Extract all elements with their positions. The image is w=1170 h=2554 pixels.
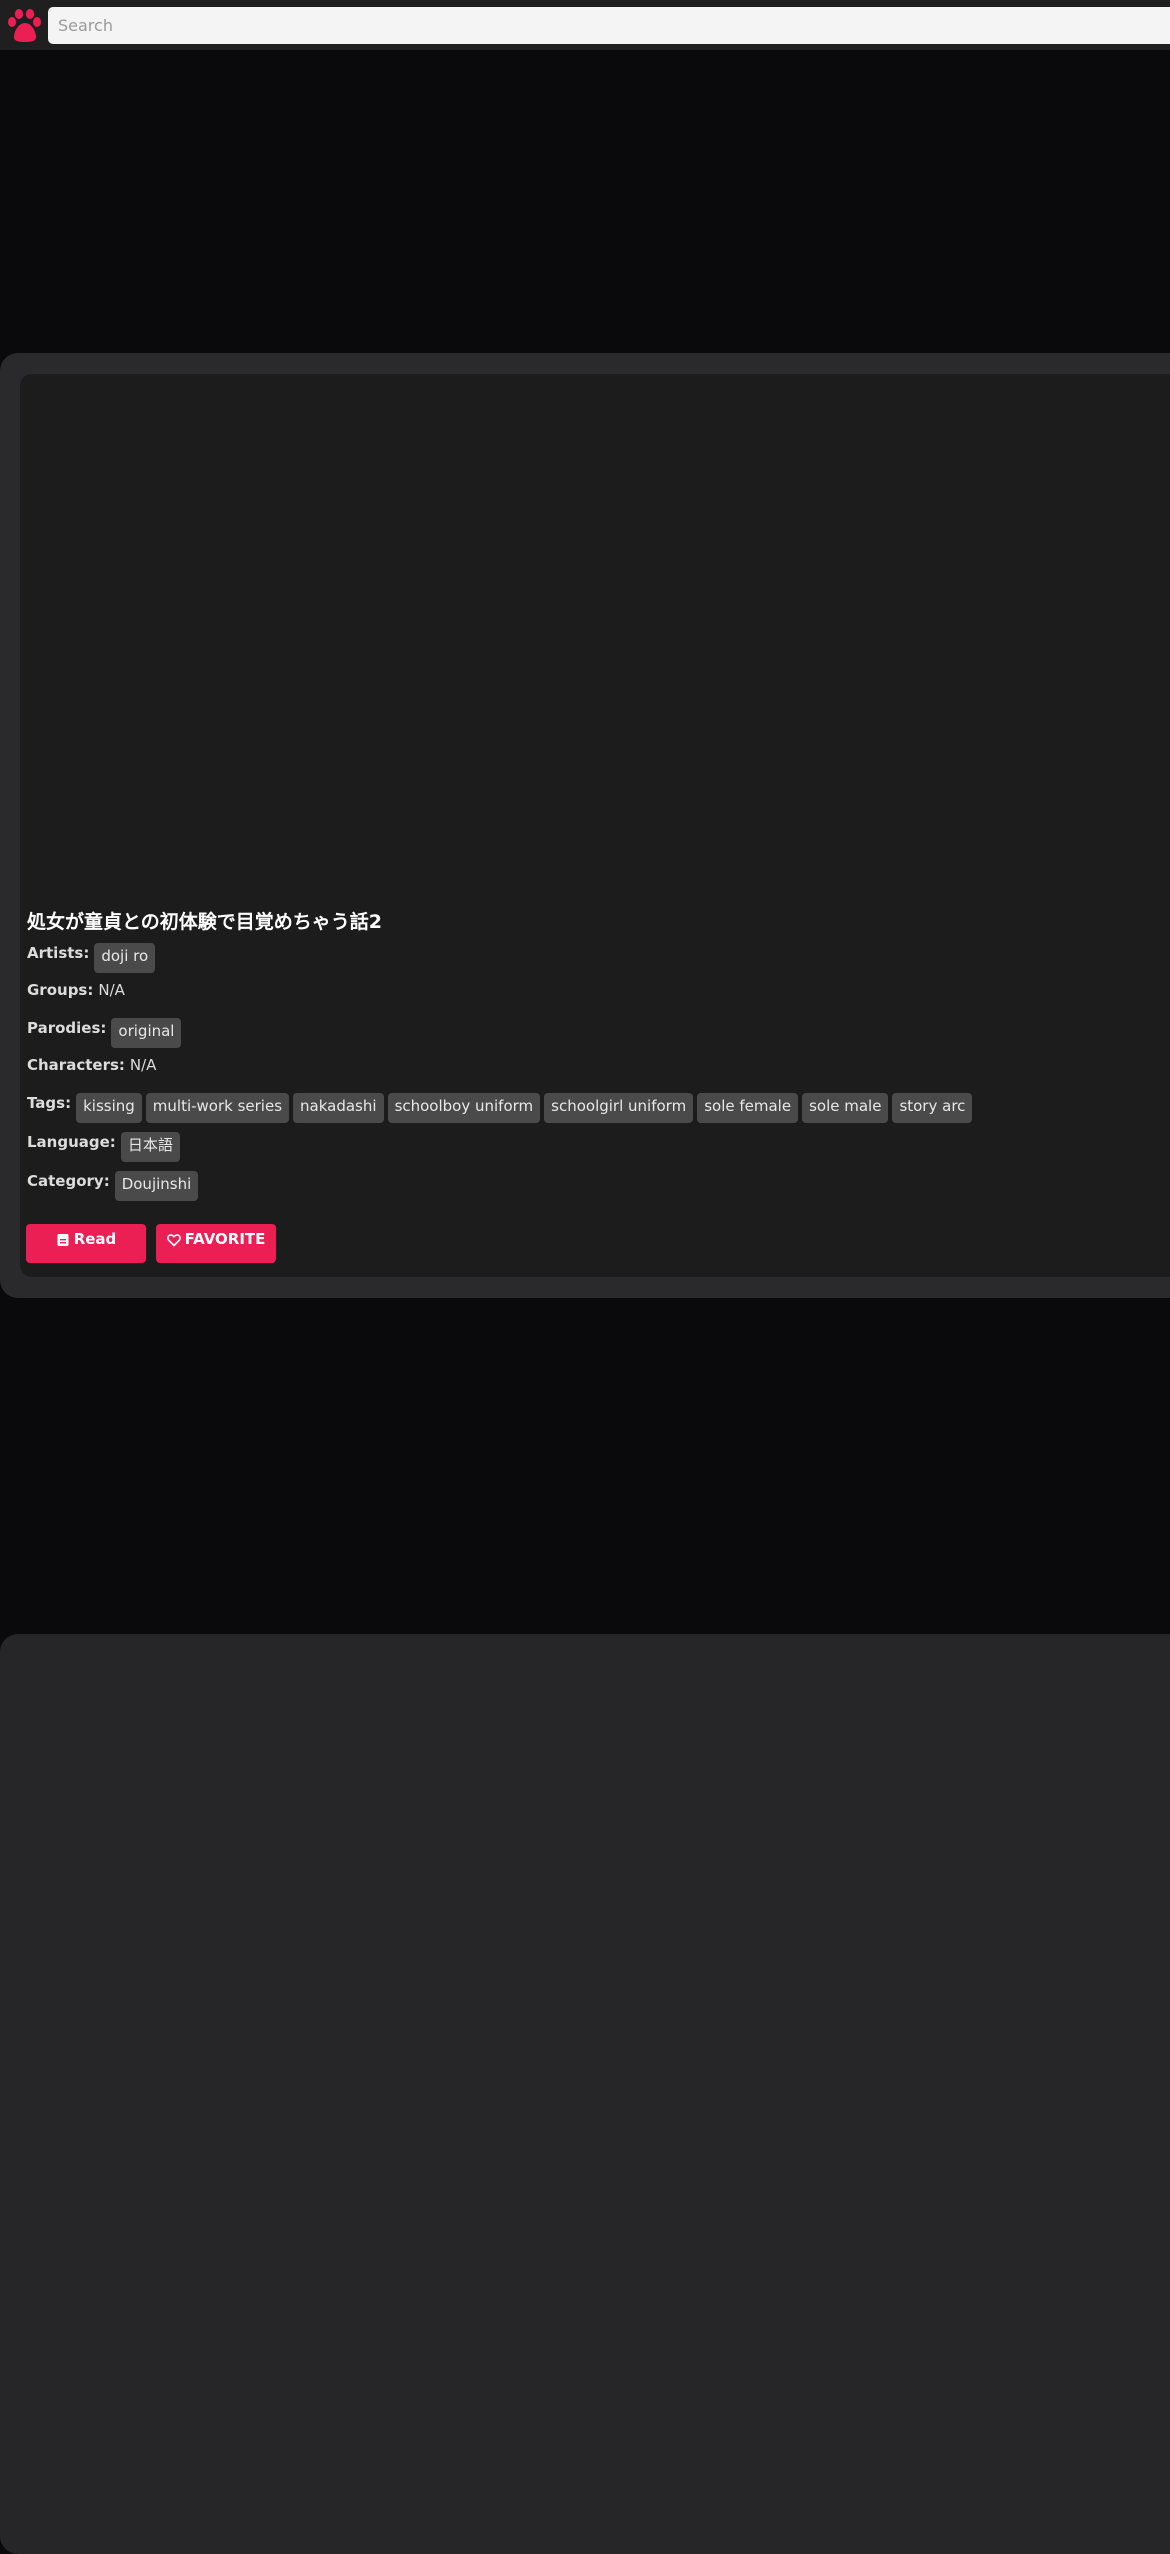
thumbnails-panel [0,1634,1170,2554]
tags-row: Tags: kissing multi-work series nakadash… [27,1091,976,1123]
paw-icon[interactable] [6,6,44,44]
gallery-info-card: 処女が童貞との初体験で目覚めちゃう話2 Artists: doji ro Gro… [20,374,1170,1277]
characters-row: Characters: N/A [27,1053,156,1074]
tag-schoolboy-uniform[interactable]: schoolboy uniform [387,1093,541,1123]
language-label: Language: [27,1133,116,1151]
search-input[interactable] [48,7,1170,44]
characters-label: Characters: [27,1056,125,1074]
book-icon [57,1234,69,1246]
favorite-button-label: FAVORITE [184,1230,266,1248]
category-tag[interactable]: Doujinshi [114,1171,199,1201]
cover-image-placeholder[interactable] [20,374,1170,894]
groups-label: Groups: [27,981,94,999]
tag-sole-female[interactable]: sole female [697,1093,799,1123]
read-button-label: Read [73,1230,117,1248]
favorite-button[interactable]: FAVORITE [156,1224,276,1263]
tag-nakadashi[interactable]: nakadashi [293,1093,384,1123]
language-tag[interactable]: 日本語 [120,1132,180,1162]
parodies-row: Parodies: original [27,1016,185,1048]
groups-row: Groups: N/A [27,978,125,999]
category-row: Category: Doujinshi [27,1169,202,1201]
gallery-info-panel: 処女が童貞との初体験で目覚めちゃう話2 Artists: doji ro Gro… [0,353,1170,1298]
artists-label: Artists: [27,944,90,962]
gallery-title: 処女が童貞との初体験で目覚めちゃう話2 [27,911,383,933]
tags-label: Tags: [27,1094,72,1112]
tag-sole-male[interactable]: sole male [802,1093,889,1123]
language-row: Language: 日本語 [27,1130,184,1162]
parodies-label: Parodies: [27,1019,107,1037]
characters-value: N/A [129,1056,157,1074]
artist-tag[interactable]: doji ro [94,943,156,973]
tag-schoolgirl-uniform[interactable]: schoolgirl uniform [544,1093,694,1123]
parody-tag[interactable]: original [111,1018,182,1048]
heart-icon [166,1234,181,1247]
top-bar [0,0,1170,50]
category-label: Category: [27,1172,110,1190]
tag-kissing[interactable]: kissing [76,1093,142,1123]
tag-multi-work-series[interactable]: multi-work series [145,1093,290,1123]
read-button[interactable]: Read [26,1224,146,1263]
artists-row: Artists: doji ro [27,941,159,973]
tag-story-arc[interactable]: story arc [892,1093,973,1123]
groups-value: N/A [98,981,125,999]
